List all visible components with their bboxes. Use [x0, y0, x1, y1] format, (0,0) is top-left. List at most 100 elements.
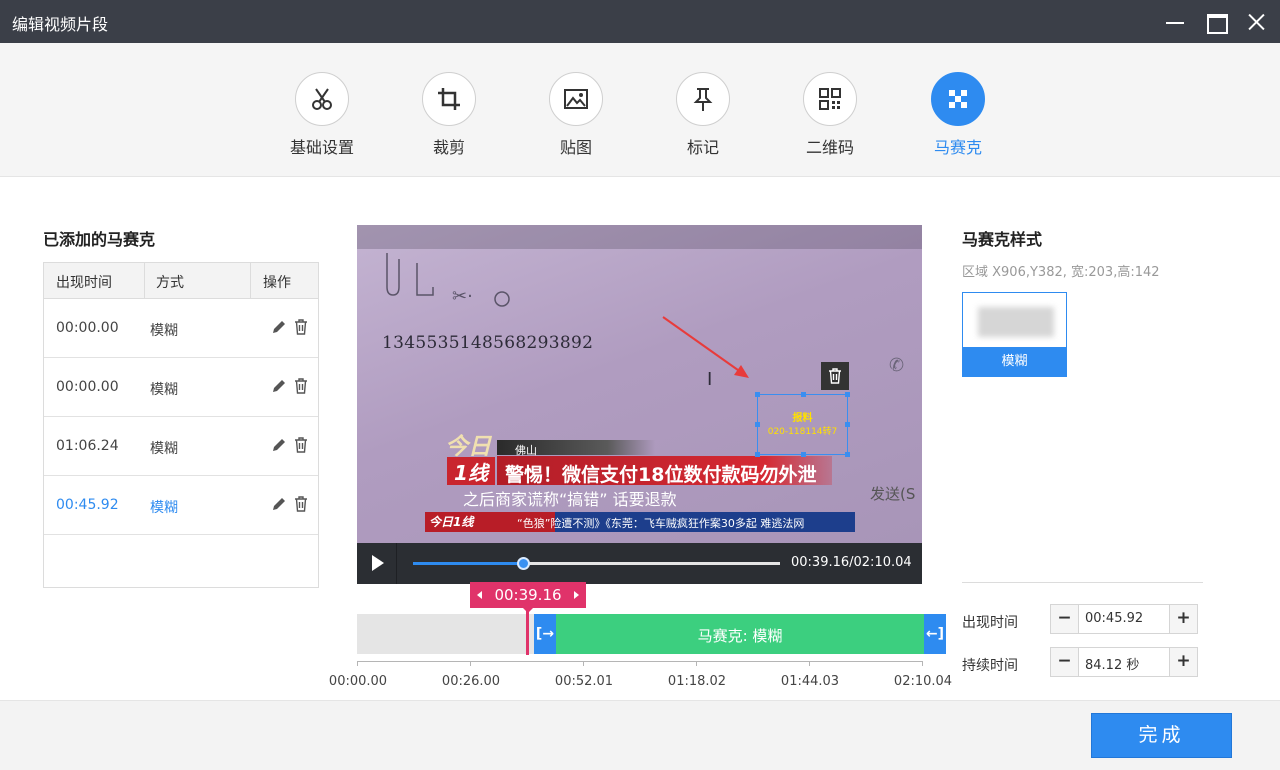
decrement-button[interactable]: −	[1051, 648, 1079, 676]
blur-preview	[978, 307, 1054, 337]
increment-button[interactable]: +	[1169, 605, 1197, 633]
duration-value[interactable]: 84.12 秒	[1085, 654, 1139, 673]
row-mode: 模糊	[150, 382, 178, 398]
increment-button[interactable]: +	[1169, 648, 1197, 676]
ruler-tick-label: 00:00.00	[328, 674, 388, 689]
timeline-mosaic-segment[interactable]: [→ 马赛克: 模糊 ←]	[534, 614, 946, 654]
row-mode: 模糊	[150, 500, 178, 516]
table-row[interactable]: 00:00.00 模糊	[44, 299, 318, 358]
svg-text:I: I	[707, 369, 712, 390]
row-time: 00:00.00	[56, 379, 119, 395]
appear-time-label: 出现时间	[962, 615, 1018, 631]
ruler-tick-label: 01:18.02	[667, 674, 727, 689]
tab-crop[interactable]: 裁剪	[394, 72, 504, 158]
ticker-logo: 今日1线	[429, 515, 474, 529]
player-controls: 00:39.16/02:10.04	[357, 543, 922, 584]
tab-label: 二维码	[805, 138, 854, 157]
news-ticker: “色狼”险遭不测》《东莞：飞车贼疯狂作案30多起 难逃法网	[517, 517, 805, 530]
col-header-time: 出现时间	[56, 275, 112, 291]
title-bar: 编辑视频片段	[0, 0, 1280, 43]
playhead-time-tag[interactable]: 00:39.16	[470, 582, 586, 613]
news-logo: 今日 1线	[445, 427, 497, 485]
segment-end-handle[interactable]: ←]	[924, 614, 946, 654]
divider	[962, 582, 1203, 583]
tab-label: 贴图	[559, 138, 592, 157]
edit-icon[interactable]	[271, 496, 289, 514]
tab-label: 马赛克	[933, 138, 982, 157]
trash-icon	[829, 368, 841, 384]
region-info: 区域 X906,Y382, 宽:203,高:142	[962, 265, 1160, 280]
edit-icon[interactable]	[271, 319, 289, 337]
timeline-ruler	[357, 661, 923, 662]
table-row[interactable]: 01:06.24 模糊	[44, 417, 318, 476]
minimize-button[interactable]	[1163, 9, 1189, 35]
done-button[interactable]: 完成	[1091, 713, 1232, 758]
appear-time-stepper[interactable]: − 00:45.92 +	[1050, 604, 1198, 634]
mosaic-style-title: 马赛克样式	[962, 230, 1043, 249]
tool-tabs: 基础设置 裁剪 贴图 标记 二维码 马赛克	[0, 43, 1280, 177]
qrcode-icon	[803, 72, 857, 126]
row-time: 01:06.24	[56, 438, 119, 454]
maximize-button[interactable]	[1203, 9, 1229, 35]
footer-bar: 完成	[0, 700, 1280, 770]
appear-time-value[interactable]: 00:45.92	[1085, 611, 1143, 626]
progress-bar[interactable]	[413, 557, 780, 570]
trash-icon[interactable]	[293, 319, 311, 337]
progress-knob[interactable]	[517, 557, 531, 570]
ruler-tick-label: 00:26.00	[441, 674, 501, 689]
ruler-tick-label: 02:10.04	[893, 674, 953, 689]
news-headline: 警惕！微信支付18位数付款码勿外泄	[505, 464, 817, 486]
selection-text-2: 020-118114转7	[767, 427, 838, 437]
style-option-blur[interactable]: 模糊	[962, 292, 1067, 377]
decrement-button[interactable]: −	[1051, 605, 1079, 633]
tab-qrcode[interactable]: 二维码	[775, 72, 885, 158]
tab-mosaic[interactable]: 马赛克	[903, 72, 1013, 158]
delete-selection-button[interactable]	[821, 362, 849, 390]
table-header: 出现时间 方式 操作	[44, 263, 318, 299]
added-mosaics-title: 已添加的马赛克	[43, 230, 156, 249]
tab-sticker[interactable]: 贴图	[521, 72, 631, 158]
selection-text-1: 报料	[792, 413, 813, 424]
table-row-selected[interactable]: 00:45.92 模糊	[44, 476, 318, 535]
table-row[interactable]: 00:00.00 模糊	[44, 358, 318, 417]
row-time: 00:00.00	[56, 320, 119, 336]
video-number-text: 13455351485682938​92	[382, 333, 594, 353]
news-subline: 之后商家谎称“搞错” 话要退款	[463, 490, 677, 509]
video-preview[interactable]: ✂· I ✆ 13455351485682938​92 今日 1线 佛山 警惕！…	[357, 225, 922, 584]
close-button[interactable]	[1243, 9, 1269, 35]
row-mode: 模糊	[150, 323, 178, 339]
step-back-icon[interactable]	[477, 591, 482, 599]
edit-icon[interactable]	[271, 437, 289, 455]
time-display: 00:39.16/02:10.04	[791, 555, 912, 570]
duration-label: 持续时间	[962, 658, 1018, 674]
tab-mark[interactable]: 标记	[648, 72, 758, 158]
video-frame: ✂· I ✆ 13455351485682938​92 今日 1线 佛山 警惕！…	[357, 225, 922, 543]
mosaic-selection-box[interactable]: 报料 020-118114转7	[755, 392, 850, 457]
ruler-tick-label: 01:44.03	[780, 674, 840, 689]
trash-icon[interactable]	[293, 496, 311, 514]
col-header-mode: 方式	[156, 275, 184, 291]
playhead-time: 00:39.16	[494, 586, 562, 604]
playhead-needle[interactable]	[526, 610, 529, 655]
svg-text:✆: ✆	[889, 355, 904, 376]
pin-icon	[676, 72, 730, 126]
tab-label: 裁剪	[432, 138, 465, 157]
trash-icon[interactable]	[293, 378, 311, 396]
row-time: 00:45.92	[56, 497, 119, 513]
row-mode: 模糊	[150, 441, 178, 457]
segment-label: 马赛克: 模糊	[697, 627, 783, 645]
trash-icon[interactable]	[293, 437, 311, 455]
scissors-icon	[295, 72, 349, 126]
play-button[interactable]	[357, 543, 397, 584]
progress-fill	[413, 562, 524, 565]
mosaic-icon	[931, 72, 985, 126]
ruler-tick-label: 00:52.01	[554, 674, 614, 689]
tab-label: 基础设置	[289, 138, 354, 157]
edit-icon[interactable]	[271, 378, 289, 396]
video-side-text: 发送(S	[870, 485, 916, 503]
tab-basic-settings[interactable]: 基础设置	[267, 72, 377, 158]
tab-label: 标记	[686, 138, 719, 157]
image-icon	[549, 72, 603, 126]
duration-stepper[interactable]: − 84.12 秒 +	[1050, 647, 1198, 677]
step-forward-icon[interactable]	[574, 591, 579, 599]
